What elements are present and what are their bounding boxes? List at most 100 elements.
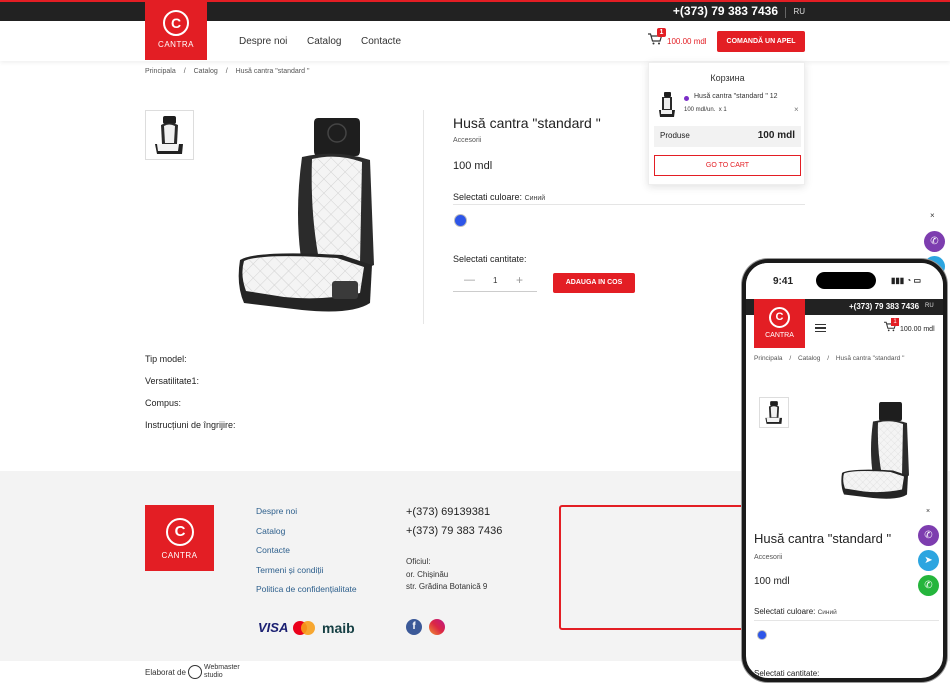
divider [785, 7, 786, 18]
mastercard-orange-circle [301, 621, 315, 635]
breadcrumb-catalog[interactable]: Catalog [798, 355, 820, 362]
mini-cart-total: Produse 100 mdl [654, 126, 801, 147]
whatsapp-icon[interactable]: ✆ [918, 575, 939, 596]
cart-total[interactable]: 100.00 mdl [667, 37, 707, 46]
product-price: 100 mdl [453, 160, 493, 172]
footer-phone-2[interactable]: +(373) 79 383 7436 [406, 525, 502, 544]
logo-text: CANTRA [158, 40, 194, 49]
footer-link-catalog[interactable]: Catalog [256, 526, 357, 546]
footer-phone-1[interactable]: +(373) 69139381 [406, 506, 502, 525]
mobile-color-label: Selectati culoare: Синий [754, 607, 837, 616]
breadcrumb-current: Husă cantra "standard " [235, 68, 310, 75]
close-icon[interactable]: × [926, 508, 930, 515]
viber-icon[interactable]: ✆ [918, 525, 939, 546]
breadcrumb-catalog[interactable]: Catalog [194, 68, 218, 75]
mini-cart-item-price: 100 mdl/un. x 1 [684, 107, 727, 113]
mastercard-logo [293, 621, 315, 635]
quantity-input[interactable]: 1 [493, 276, 497, 285]
mobile-product-category[interactable]: Accesorii [754, 554, 782, 561]
developer-credit-label: Elaborat de [145, 668, 186, 677]
menu-icon[interactable] [815, 324, 826, 332]
add-to-cart-button[interactable]: ADAUGA IN COS [553, 273, 635, 293]
instagram-icon[interactable] [429, 619, 445, 635]
product-category[interactable]: Accesorii [453, 137, 481, 144]
footer-link-about[interactable]: Despre noi [256, 506, 357, 526]
whatsapp-glyph: ✆ [924, 580, 933, 591]
quantity-increase-button[interactable]: + [516, 273, 523, 287]
logo-emblem: C [769, 307, 790, 328]
mobile-preview: 9:41 ▮▮▮ ◔ ▭ +(373) 79 383 7436 RU C CAN… [742, 259, 947, 682]
color-label: Selectati culoare: Синий [453, 192, 545, 202]
color-label-text: Selectati culoare: [754, 607, 816, 616]
spec-care-instructions: Instrucțiuni de îngrijire: [145, 420, 236, 430]
product-main-image[interactable] [232, 115, 382, 315]
breadcrumb-separator: / [225, 68, 228, 75]
phone-status-bar: 9:41 ▮▮▮ ◔ ▭ [746, 263, 943, 299]
nav-catalog[interactable]: Catalog [307, 36, 341, 47]
color-swatch-blue[interactable] [454, 214, 467, 227]
top-bar: +(373) 79 383 7436 RU [0, 0, 950, 21]
footer-link-privacy[interactable]: Politica de confidențialitate [256, 584, 357, 604]
webmaster-studio-link[interactable]: Webmaster studio [204, 664, 240, 680]
telegram-icon[interactable]: ➤ [918, 550, 939, 571]
product-thumbnail[interactable] [145, 110, 194, 160]
main-header: C CANTRA Despre noi Catalog Contacte 1 1… [0, 0, 950, 61]
total-label: Produse [660, 131, 690, 140]
mobile-logo[interactable]: C CANTRA [754, 299, 805, 348]
facebook-icon[interactable]: f [406, 619, 422, 635]
product-title: Husă cantra "standard " [453, 115, 601, 131]
footer-links: Despre noi Catalog Contacte Termeni și c… [256, 506, 357, 604]
mini-cart-item-image[interactable] [657, 91, 677, 119]
divider [754, 620, 939, 621]
spec-composition: Compus: [145, 398, 182, 408]
footer-logo[interactable]: C CANTRA [145, 505, 214, 571]
viber-icon[interactable]: ✆ [924, 231, 945, 252]
footer-link-terms[interactable]: Termeni și condiții [256, 565, 357, 585]
close-icon[interactable]: × [930, 211, 935, 220]
nav-contacte[interactable]: Contacte [361, 36, 401, 47]
mobile-cart-total[interactable]: 100.00 mdl [900, 326, 935, 333]
mobile-product-title: Husă cantra "standard " [754, 531, 892, 546]
request-call-button[interactable]: COMANDĂ UN APEL [717, 31, 805, 52]
quantity-decrease-button[interactable]: — [464, 274, 475, 286]
quantity-stepper: — 1 + [453, 272, 537, 292]
breadcrumb-separator: / [183, 68, 186, 75]
mobile-language-switch[interactable]: RU [925, 303, 934, 309]
divider [423, 110, 424, 324]
logo-text: CANTRA [765, 332, 794, 339]
logo-text: CANTRA [161, 551, 198, 560]
mini-cart-title: Корзина [710, 73, 745, 83]
dynamic-island [816, 272, 876, 289]
webmaster-logo-icon[interactable] [188, 665, 202, 679]
mobile-product-image[interactable] [838, 398, 913, 503]
language-switch[interactable]: RU [793, 7, 805, 16]
footer-link-contacts[interactable]: Contacte [256, 545, 357, 565]
breadcrumb: Principala / Catalog / Husă cantra "stan… [145, 68, 315, 75]
divider [453, 204, 805, 205]
mobile-product-price: 100 mdl [754, 576, 790, 587]
mobile-cart-badge: 1 [891, 318, 899, 326]
visa-logo: VISA [258, 620, 289, 635]
map-frame[interactable] [559, 505, 749, 630]
breadcrumb-home[interactable]: Principala [754, 355, 783, 362]
breadcrumb-home[interactable]: Principala [145, 68, 176, 75]
studio-name: Webmaster [204, 664, 240, 671]
breadcrumb-separator: / [827, 355, 830, 362]
mobile-quantity-label: Selectati cantitate: [754, 669, 820, 678]
mobile-color-swatch-blue[interactable] [757, 630, 767, 640]
site-logo[interactable]: C CANTRA [145, 0, 207, 60]
remove-item-close-icon[interactable]: × [794, 105, 799, 114]
header-phone[interactable]: +(373) 79 383 7436 [673, 4, 778, 18]
mobile-product-thumbnail[interactable] [759, 397, 789, 428]
telegram-glyph: ➤ [924, 555, 933, 566]
signal-wifi-battery-icon: ▮▮▮ ◔ ▭ [891, 276, 922, 285]
mobile-header-phone[interactable]: +(373) 79 383 7436 [849, 302, 919, 311]
mini-cart-item-name[interactable]: Husă cantra "standard " 12 [694, 93, 778, 100]
office-street: str. Grădina Botanică 9 [406, 582, 488, 591]
office-city: or. Chișinău [406, 569, 449, 579]
mini-cart-dropdown: Корзина Husă cantra "standard " 12 100 m… [648, 62, 805, 185]
go-to-cart-button[interactable]: GO TO CART [654, 155, 801, 176]
nav-despre-noi[interactable]: Despre noi [239, 36, 287, 47]
viber-glyph: ✆ [924, 530, 933, 541]
breadcrumb-current: Husă cantra "standard " [835, 355, 905, 362]
